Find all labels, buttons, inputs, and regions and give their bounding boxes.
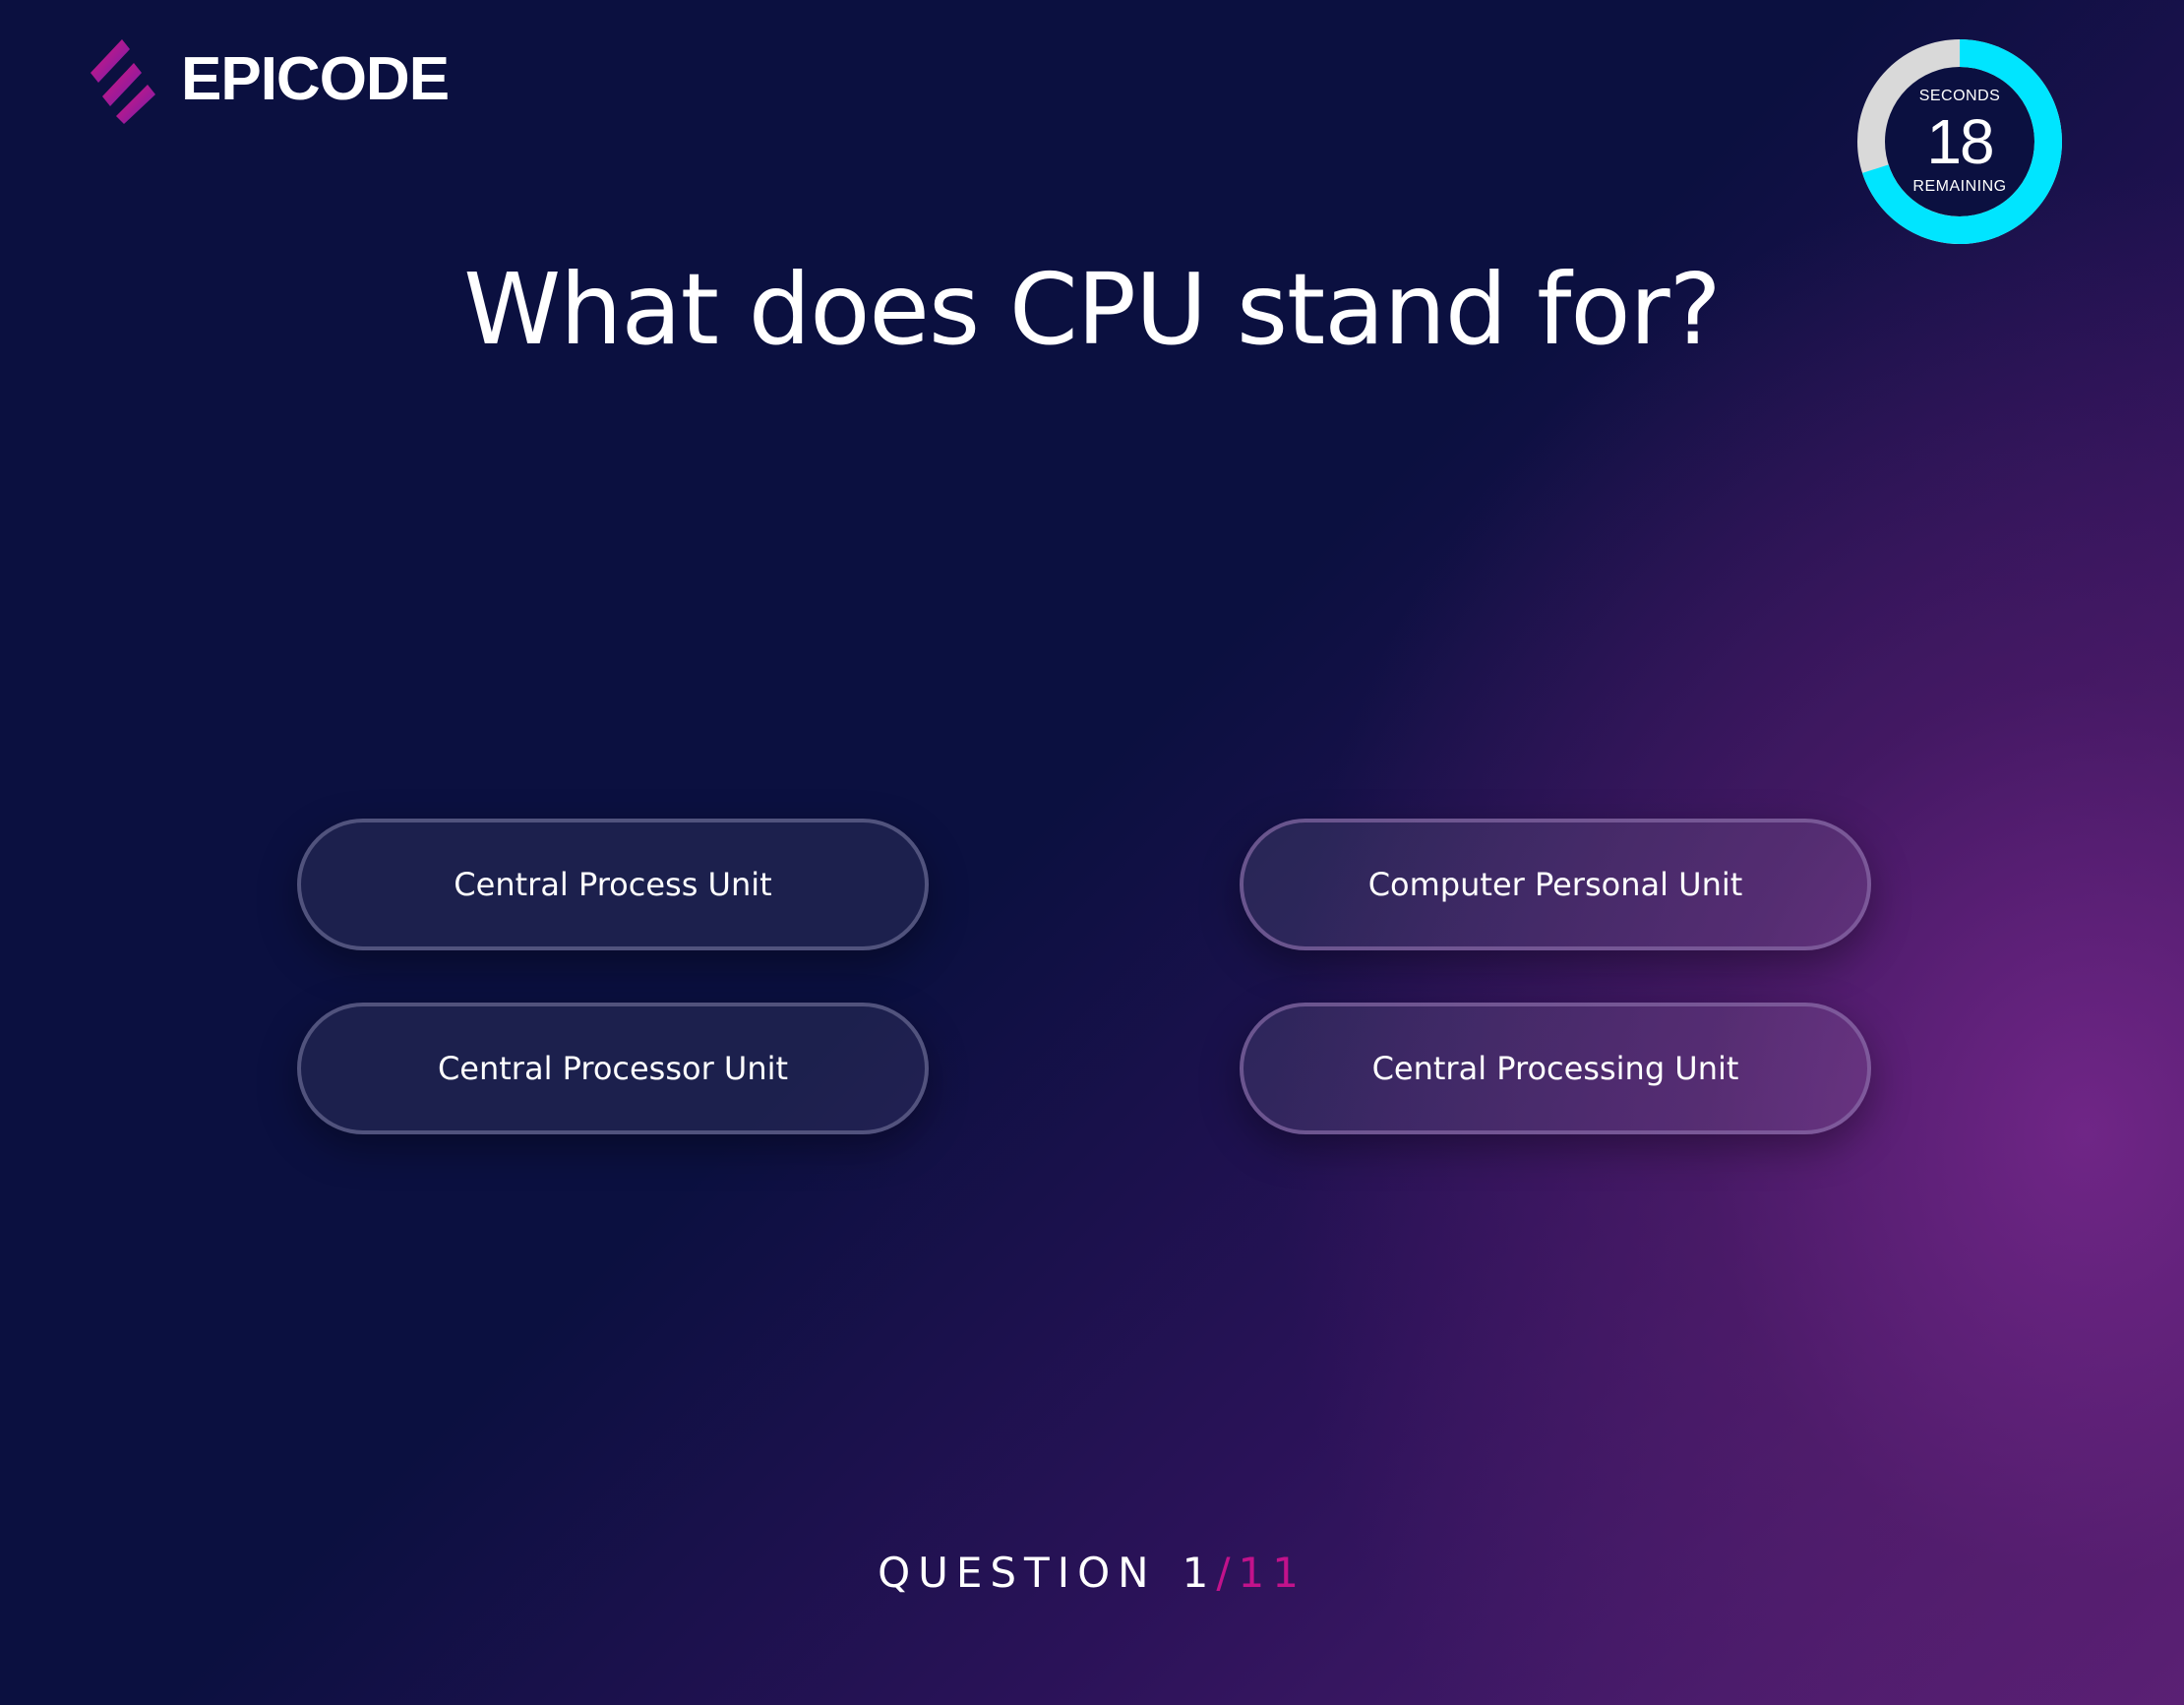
question-counter-total: 11 <box>1238 1549 1306 1597</box>
answer-button-2[interactable]: Computer Personal Unit <box>1240 819 1871 950</box>
epicode-logo: EPICODE <box>91 35 450 124</box>
question-counter-separator: / <box>1216 1549 1239 1597</box>
answer-button-3[interactable]: Central Processor Unit <box>297 1003 929 1134</box>
answer-button-1[interactable]: Central Process Unit <box>297 819 929 950</box>
question-counter: QUESTION 1/11 <box>0 1553 2184 1594</box>
countdown-timer: SECONDS 18 REMAINING <box>1850 31 2070 252</box>
question-counter-prefix: QUESTION <box>878 1549 1157 1597</box>
timer-bottom-label: REMAINING <box>1912 178 2007 195</box>
timer-top-label: SECONDS <box>1918 88 2001 104</box>
timer-seconds-value: 18 <box>1926 106 1994 177</box>
question-title: What does CPU stand for? <box>463 252 1722 367</box>
question-counter-current: 1 <box>1182 1549 1217 1597</box>
answer-button-4[interactable]: Central Processing Unit <box>1240 1003 1871 1134</box>
brand-name: EPICODE <box>181 45 450 113</box>
epicode-stripes-logo-icon <box>91 39 155 124</box>
